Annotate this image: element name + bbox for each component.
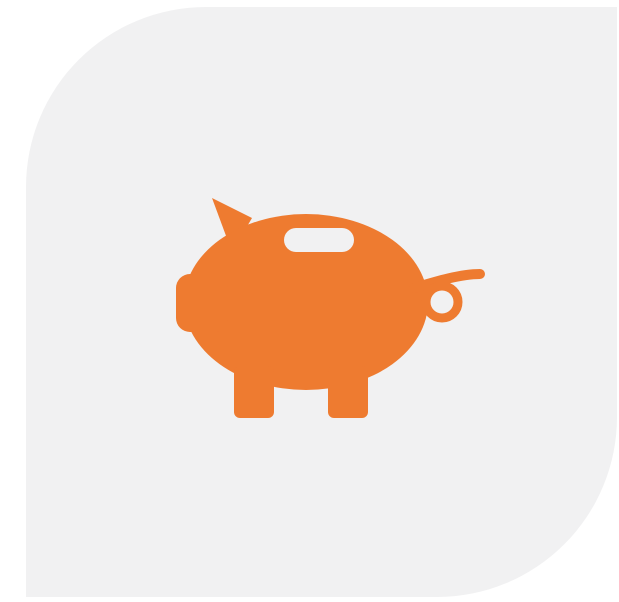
icon-tile: [26, 7, 617, 597]
coin-slot: [284, 228, 354, 252]
pig-tail-loop: [421, 281, 463, 323]
pig-snout: [176, 274, 228, 332]
piggy-bank-icon: [166, 190, 486, 430]
pig-back-leg: [328, 366, 368, 418]
pig-front-leg: [234, 366, 274, 418]
